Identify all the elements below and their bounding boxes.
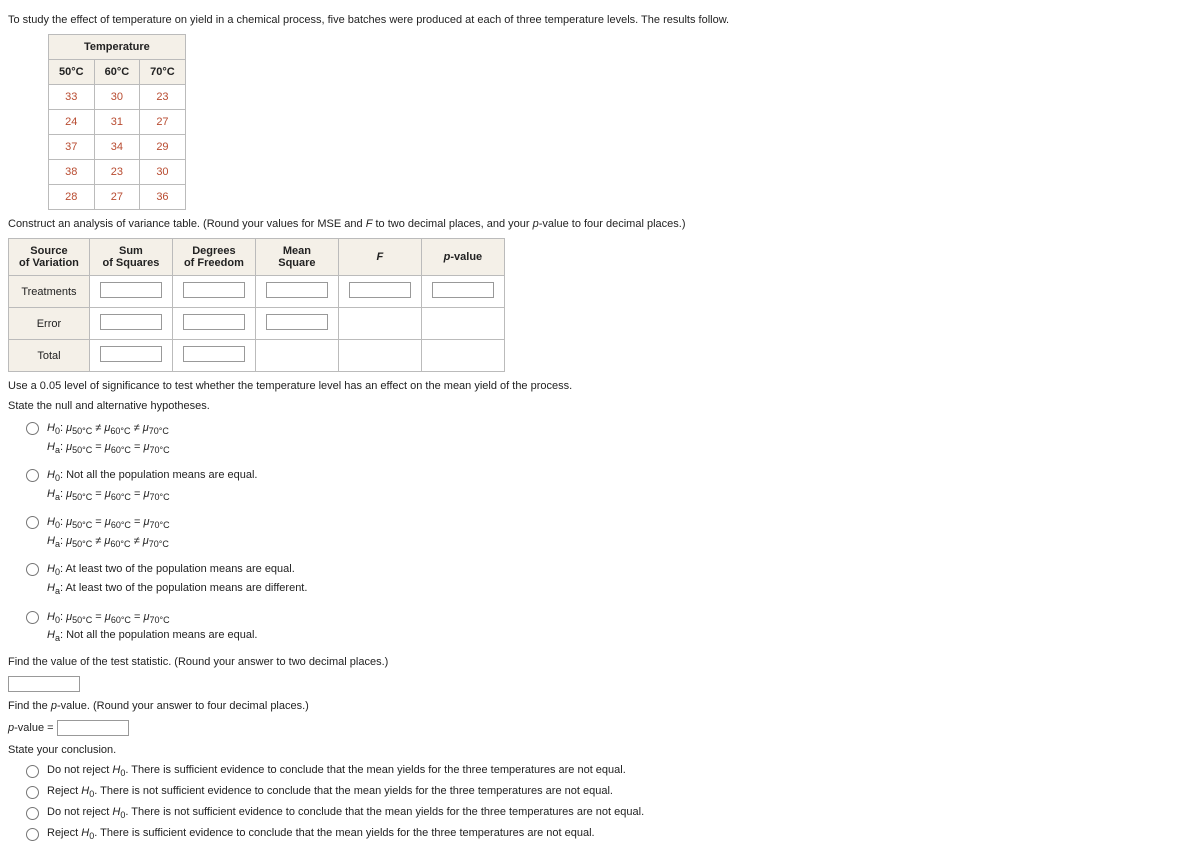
anova-h-f: F xyxy=(338,239,421,276)
anova-row-total: Total xyxy=(9,340,505,372)
hyp-option-5[interactable]: H0: μ50°C = μ60°C = μ70°C Ha: Not all th… xyxy=(26,609,1192,646)
anova-h-ms: MeanSquare xyxy=(255,239,338,276)
hyp-radio-2[interactable] xyxy=(26,469,39,482)
input-treatments-ms[interactable] xyxy=(266,282,328,298)
anova-h-source: Sourceof Variation xyxy=(9,239,90,276)
find-p-value: Find the p-value. (Round your answer to … xyxy=(8,700,1192,712)
temp-header: Temperature xyxy=(49,35,186,60)
concl-option-4[interactable]: Reject H0. There is sufficient evidence … xyxy=(26,827,1192,841)
table-row: 38 23 30 xyxy=(49,160,186,185)
concl-option-3[interactable]: Do not reject H0. There is not sufficien… xyxy=(26,806,1192,820)
input-error-ms[interactable] xyxy=(266,314,328,330)
temperature-data-table: Temperature 50°C 60°C 70°C 33 30 23 24 3… xyxy=(48,34,186,210)
hypothesis-options: H0: μ50°C ≠ μ60°C ≠ μ70°C Ha: μ50°C = μ6… xyxy=(26,420,1192,646)
hyp-option-4[interactable]: H0: At least two of the population means… xyxy=(26,561,1192,598)
hyp-option-1[interactable]: H0: μ50°C ≠ μ60°C ≠ μ70°C Ha: μ50°C = μ6… xyxy=(26,420,1192,457)
input-treatments-df[interactable] xyxy=(183,282,245,298)
col-50c: 50°C xyxy=(49,60,95,85)
problem-intro: To study the effect of temperature on yi… xyxy=(8,14,1192,26)
anova-row-treatments: Treatments xyxy=(9,276,505,308)
input-treatments-f[interactable] xyxy=(349,282,411,298)
hyp-radio-5[interactable] xyxy=(26,611,39,624)
anova-h-df: Degreesof Freedom xyxy=(172,239,255,276)
p-value-line: p-value = xyxy=(8,720,1192,736)
hyp-radio-4[interactable] xyxy=(26,563,39,576)
state-hypotheses: State the null and alternative hypothese… xyxy=(8,400,1192,412)
test-statistic-input[interactable] xyxy=(8,676,80,692)
concl-radio-3[interactable] xyxy=(26,807,39,820)
input-total-ss[interactable] xyxy=(100,346,162,362)
col-60c: 60°C xyxy=(94,60,140,85)
input-error-ss[interactable] xyxy=(100,314,162,330)
table-row: 24 31 27 xyxy=(49,110,186,135)
hyp-radio-1[interactable] xyxy=(26,422,39,435)
hyp-option-2[interactable]: H0: Not all the population means are equ… xyxy=(26,467,1192,504)
col-70c: 70°C xyxy=(140,60,186,85)
input-total-df[interactable] xyxy=(183,346,245,362)
concl-option-2[interactable]: Reject H0. There is not sufficient evide… xyxy=(26,785,1192,799)
concl-radio-4[interactable] xyxy=(26,828,39,841)
state-conclusion: State your conclusion. xyxy=(8,744,1192,756)
hyp-radio-3[interactable] xyxy=(26,516,39,529)
concl-option-1[interactable]: Do not reject H0. There is sufficient ev… xyxy=(26,764,1192,778)
input-treatments-ss[interactable] xyxy=(100,282,162,298)
anova-instruction: Construct an analysis of variance table.… xyxy=(8,218,1192,230)
p-value-input[interactable] xyxy=(57,720,129,736)
anova-h-p: p-value xyxy=(421,239,504,276)
significance-instruction: Use a 0.05 level of significance to test… xyxy=(8,380,1192,392)
anova-h-ss: Sumof Squares xyxy=(89,239,172,276)
concl-radio-1[interactable] xyxy=(26,765,39,778)
find-test-stat: Find the value of the test statistic. (R… xyxy=(8,656,1192,668)
anova-row-error: Error xyxy=(9,308,505,340)
input-error-df[interactable] xyxy=(183,314,245,330)
table-row: 37 34 29 xyxy=(49,135,186,160)
table-row: 33 30 23 xyxy=(49,85,186,110)
conclusion-options: Do not reject H0. There is sufficient ev… xyxy=(26,764,1192,842)
input-treatments-p[interactable] xyxy=(432,282,494,298)
table-row: 28 27 36 xyxy=(49,185,186,210)
concl-radio-2[interactable] xyxy=(26,786,39,799)
anova-table: Sourceof Variation Sumof Squares Degrees… xyxy=(8,238,505,372)
hyp-option-3[interactable]: H0: μ50°C = μ60°C = μ70°C Ha: μ50°C ≠ μ6… xyxy=(26,514,1192,551)
